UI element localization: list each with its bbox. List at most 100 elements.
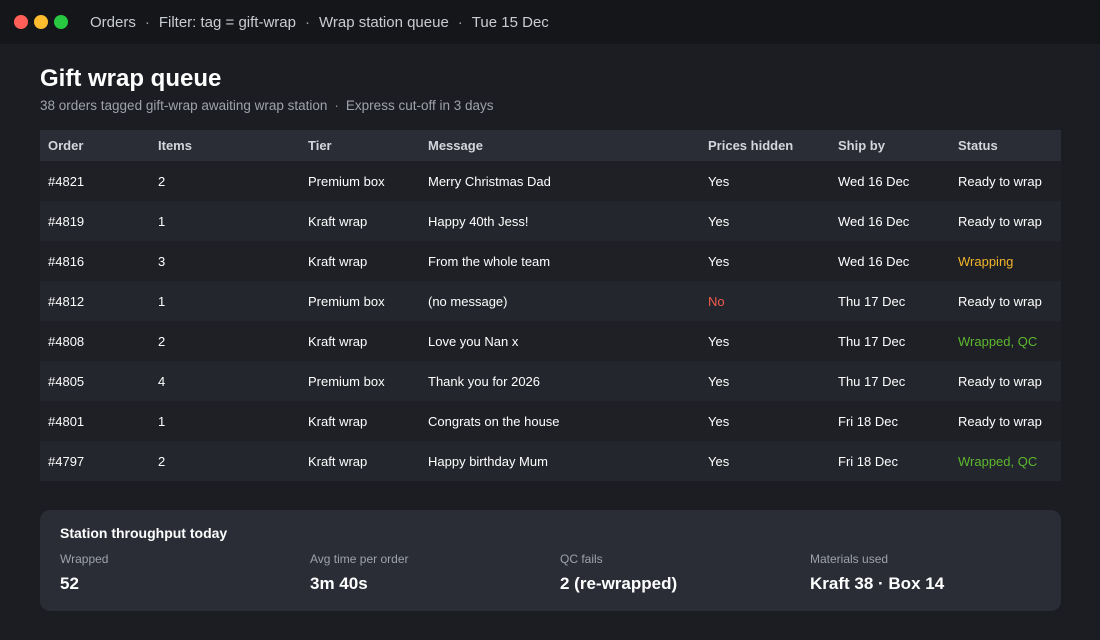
item-count: 2 — [158, 454, 166, 469]
wrap-tier: Kraft wrap — [308, 414, 368, 429]
page-title: Gift wrap queue — [40, 65, 222, 92]
table-row[interactable]: #4819 1 Kraft wrap Happy 40th Jess! Yes … — [40, 201, 1061, 241]
minimize-window-button[interactable] — [34, 15, 48, 29]
gift-message: From the whole team — [428, 254, 551, 269]
ship-by-date: Thu 17 Dec — [838, 374, 906, 389]
stat-value: 52 — [60, 574, 79, 593]
table-header: Order Items Tier Message Prices hidden S… — [40, 130, 1061, 161]
breadcrumb-date: Tue 15 Dec — [471, 13, 549, 31]
prices-hidden: Yes — [708, 334, 730, 349]
gift-message: Happy birthday Mum — [428, 454, 548, 469]
stat-label: QC fails — [560, 552, 603, 566]
table-row[interactable]: #4801 1 Kraft wrap Congrats on the house… — [40, 401, 1061, 441]
prices-hidden: Yes — [708, 454, 730, 469]
table-row[interactable]: #4797 2 Kraft wrap Happy birthday Mum Ye… — [40, 441, 1061, 481]
column-header-tier[interactable]: Tier — [300, 138, 420, 153]
gift-message: Happy 40th Jess! — [428, 214, 529, 229]
column-header-order[interactable]: Order — [40, 138, 150, 153]
status-text: Ready to wrap — [958, 174, 1042, 189]
stat-label: Materials used — [810, 552, 889, 566]
stat-avg-time: Avg time per order 3m 40s — [310, 552, 409, 594]
wrap-tier: Kraft wrap — [308, 214, 368, 229]
column-header-status[interactable]: Status — [950, 138, 1061, 153]
order-id: #4819 — [48, 214, 85, 229]
queue-count-text: 38 orders tagged gift-wrap awaiting wrap… — [40, 98, 328, 113]
item-count: 1 — [158, 414, 166, 429]
stat-value: Kraft 38 · Box 14 — [810, 574, 945, 593]
status-text: Wrapping — [958, 254, 1014, 269]
ship-by-date: Wed 16 Dec — [838, 254, 910, 269]
gift-message: Thank you for 2026 — [428, 374, 541, 389]
status-text: Ready to wrap — [958, 214, 1042, 229]
table-row[interactable]: #4812 1 Premium box (no message) No Thu … — [40, 281, 1061, 321]
table-row[interactable]: #4805 4 Premium box Thank you for 2026 Y… — [40, 361, 1061, 401]
prices-hidden: Yes — [708, 214, 730, 229]
maximize-window-button[interactable] — [54, 15, 68, 29]
breadcrumb-separator: · — [304, 13, 310, 31]
card-title: Station throughput today — [60, 525, 228, 541]
gift-message: Merry Christmas Dad — [428, 174, 551, 189]
breadcrumb-orders[interactable]: Orders — [90, 14, 136, 31]
prices-hidden: No — [708, 294, 725, 309]
column-header-ship-by[interactable]: Ship by — [830, 138, 950, 153]
window-controls — [14, 15, 74, 29]
prices-hidden: Yes — [708, 414, 730, 429]
throughput-card: Station throughput today Wrapped 52 Avg … — [40, 510, 1061, 611]
stat-value: 2 (re-wrapped) — [560, 574, 678, 593]
ship-by-date: Thu 17 Dec — [838, 294, 906, 309]
ship-by-date: Wed 16 Dec — [838, 214, 910, 229]
order-id: #4808 — [48, 334, 85, 349]
page-subtitle: 38 orders tagged gift-wrap awaiting wrap… — [40, 98, 494, 113]
breadcrumb: Orders · Filter: tag = gift-wrap · Wrap … — [90, 14, 549, 31]
gift-message: Congrats on the house — [428, 414, 560, 429]
order-id: #4821 — [48, 174, 85, 189]
item-count: 1 — [158, 294, 166, 309]
table-row[interactable]: #4808 2 Kraft wrap Love you Nan x Yes Th… — [40, 321, 1061, 361]
item-count: 1 — [158, 214, 166, 229]
order-id: #4816 — [48, 254, 85, 269]
breadcrumb-queue[interactable]: Wrap station queue — [319, 14, 449, 31]
order-id: #4801 — [48, 414, 85, 429]
ship-by-date: Wed 16 Dec — [838, 174, 910, 189]
prices-hidden: Yes — [708, 254, 730, 269]
gift-message: Love you Nan x — [428, 334, 519, 349]
item-count: 2 — [158, 174, 166, 189]
close-window-button[interactable] — [14, 15, 28, 29]
breadcrumb-filter[interactable]: Filter: tag = gift-wrap — [159, 14, 296, 31]
stat-label: Avg time per order — [310, 552, 409, 566]
status-text: Ready to wrap — [958, 294, 1042, 309]
wrap-tier: Kraft wrap — [308, 454, 368, 469]
item-count: 4 — [158, 374, 166, 389]
column-header-message[interactable]: Message — [420, 138, 700, 153]
stat-materials: Materials used Kraft 38 · Box 14 — [810, 552, 944, 594]
table-row[interactable]: #4816 3 Kraft wrap From the whole team Y… — [40, 241, 1061, 281]
stat-value: 3m 40s — [310, 574, 368, 593]
table-row[interactable]: #4821 2 Premium box Merry Christmas Dad … — [40, 161, 1061, 201]
subtitle-separator: · — [334, 98, 339, 113]
order-id: #4797 — [48, 454, 85, 469]
item-count: 2 — [158, 334, 166, 349]
order-id: #4805 — [48, 374, 85, 389]
title-bar: Orders · Filter: tag = gift-wrap · Wrap … — [0, 0, 1100, 44]
wrap-tier: Kraft wrap — [308, 334, 368, 349]
gift-message: (no message) — [428, 294, 508, 309]
wrap-tier: Premium box — [308, 374, 385, 389]
item-count: 3 — [158, 254, 166, 269]
wrap-tier: Kraft wrap — [308, 254, 368, 269]
prices-hidden: Yes — [708, 174, 730, 189]
orders-table: Order Items Tier Message Prices hidden S… — [40, 130, 1061, 481]
prices-hidden: Yes — [708, 374, 730, 389]
ship-by-date: Fri 18 Dec — [838, 454, 898, 469]
column-header-prices-hidden[interactable]: Prices hidden — [700, 138, 830, 153]
wrap-tier: Premium box — [308, 174, 385, 189]
breadcrumb-separator: · — [457, 13, 463, 31]
status-text: Wrapped, QC — [958, 454, 1038, 469]
stat-wrapped: Wrapped 52 — [60, 552, 108, 594]
column-header-items[interactable]: Items — [150, 138, 300, 153]
stat-label: Wrapped — [60, 552, 109, 566]
status-text: Wrapped, QC — [958, 334, 1038, 349]
status-text: Ready to wrap — [958, 414, 1042, 429]
status-text: Ready to wrap — [958, 374, 1042, 389]
table-body: #4821 2 Premium box Merry Christmas Dad … — [40, 161, 1061, 481]
order-id: #4812 — [48, 294, 85, 309]
